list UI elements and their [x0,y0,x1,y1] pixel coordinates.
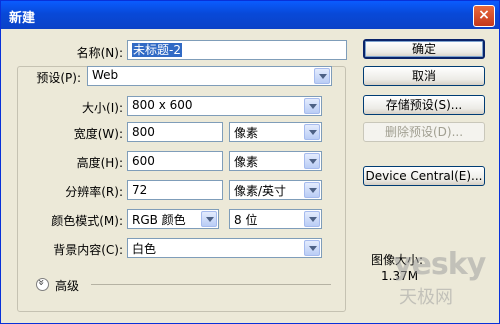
height-unit-select[interactable]: 像素 [229,151,322,171]
height-label: 高度(H): [76,156,123,170]
size-label: 大小(I): [82,101,123,115]
resolution-label: 分辨率(R): [65,185,123,199]
device-central-button[interactable]: Device Central(E)... [363,166,485,186]
resolution-unit-value: 像素/英寸 [234,184,287,198]
dialog-title: 新建 [9,11,36,26]
preset-value: Web [92,68,119,82]
chevron-down-icon [304,182,320,198]
width-label: 宽度(W): [73,127,123,141]
cancel-button[interactable]: 取消 [363,66,485,86]
background-select[interactable]: 白色 [127,238,322,258]
advanced-divider [91,284,331,285]
expand-advanced-icon[interactable] [36,278,49,291]
name-input-value: 未标题-2 [132,43,182,57]
resolution-unit-select[interactable]: 像素/英寸 [229,180,322,200]
name-input[interactable]: 未标题-2 [127,40,347,60]
width-unit-select[interactable]: 像素 [229,122,322,142]
background-label: 背景内容(C): [53,243,123,257]
color-mode-label: 颜色模式(M): [51,214,123,228]
resolution-input[interactable]: 72 [127,180,223,200]
watermark-logo-text: 天极网 [399,287,453,308]
name-label: 名称(N): [76,46,123,60]
close-button[interactable]: × [473,5,495,27]
chevron-down-icon [314,68,330,84]
size-select[interactable]: 800 x 600 [127,96,322,116]
height-input[interactable]: 600 [127,151,223,171]
delete-preset-button: 删除预设(D)... [363,122,485,142]
chevron-down-icon [201,211,217,227]
height-unit-value: 像素 [234,155,259,169]
color-mode-value: RGB 颜色 [132,213,186,227]
chevron-down-icon [304,98,320,114]
preset-select[interactable]: Web [87,66,332,86]
background-value: 白色 [132,242,157,256]
width-unit-value: 像素 [234,126,259,140]
watermark-logo: yesky [393,247,486,282]
new-document-dialog: 新建 × 名称(N): 未标题-2 预设(P): Web 大小(I): 800 … [0,0,500,324]
save-preset-button[interactable]: 存储预设(S)... [363,95,485,115]
chevron-down-icon [304,153,320,169]
chevron-down-icon [304,211,320,227]
size-value: 800 x 600 [132,98,193,112]
width-input[interactable]: 800 [127,122,223,142]
chevron-down-icon [304,124,320,140]
title-bar[interactable]: 新建 × [1,1,499,29]
preset-label: 预设(P): [36,71,81,85]
ok-button[interactable]: 确定 [363,39,485,59]
color-mode-select[interactable]: RGB 颜色 [127,209,219,229]
advanced-label[interactable]: 高级 [55,277,79,294]
bit-depth-value: 8 位 [234,213,258,227]
chevron-down-icon [304,240,320,256]
bit-depth-select[interactable]: 8 位 [229,209,322,229]
